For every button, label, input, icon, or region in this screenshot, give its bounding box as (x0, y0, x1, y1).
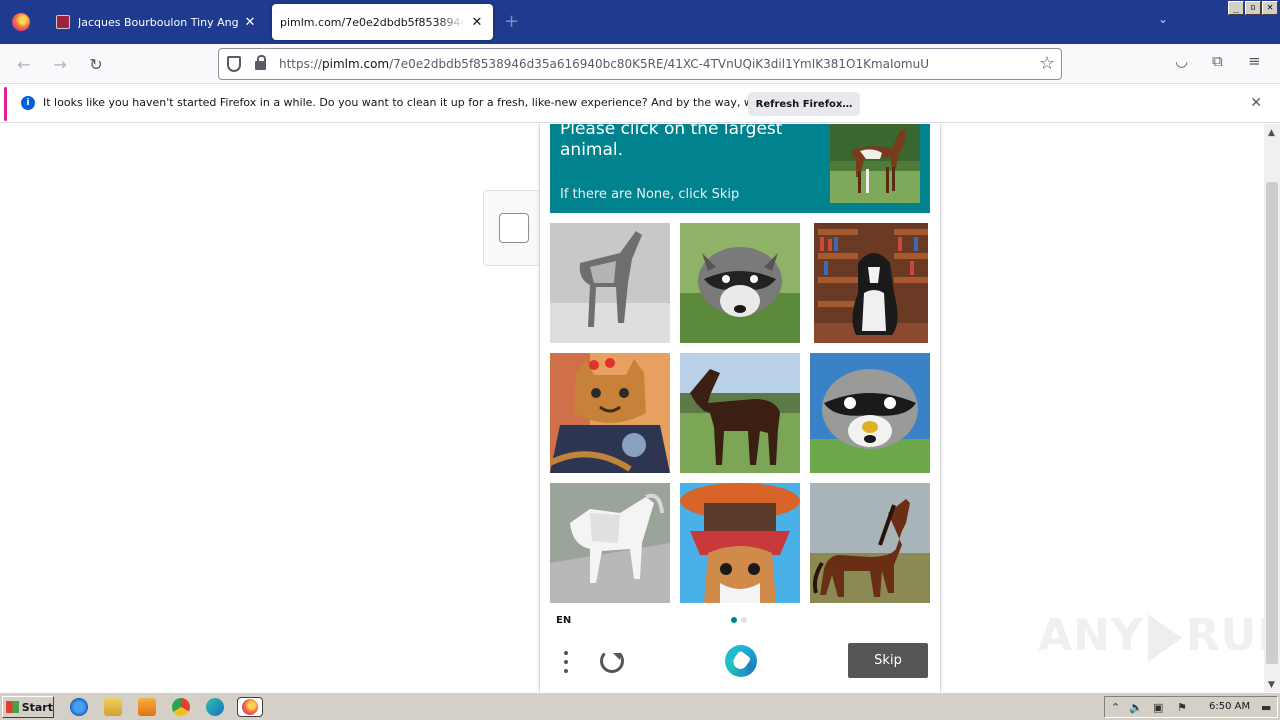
url-bar[interactable]: https://pimlm.com/7e0e2dbdb5f8538946d35a… (218, 48, 1062, 80)
tracking-protection-shield-icon[interactable] (227, 56, 241, 72)
hamburger-menu-icon[interactable]: ≡ (1248, 52, 1261, 70)
example-image-horse (830, 124, 920, 203)
info-icon: i (21, 96, 35, 110)
page-indicator (731, 617, 747, 623)
url-host: pimlm.com (322, 57, 390, 71)
url-text[interactable]: https://pimlm.com/7e0e2dbdb5f8538946d35a… (279, 57, 929, 71)
notification-message: It looks like you haven't started Firefo… (43, 96, 827, 109)
chrome-icon[interactable] (172, 698, 190, 716)
clock[interactable]: 6:50 AM (1209, 701, 1250, 712)
captcha-checkbox[interactable] (499, 213, 529, 243)
captcha-prompt-header: Please click on the largest animal. If t… (550, 124, 930, 213)
action-center-flag-icon[interactable]: ⚑ (1177, 701, 1187, 714)
tab-jacques[interactable]: Jacques Bourboulon Tiny Angels _ ✕ (48, 4, 266, 40)
close-tab-icon[interactable]: ✕ (242, 15, 258, 30)
file-explorer-icon[interactable] (104, 698, 122, 716)
url-path: /7e0e2dbdb5f8538946d35a616940bc80K5RE/41… (389, 57, 929, 71)
start-label: Start (21, 700, 53, 714)
scrollbar-thumb[interactable] (1266, 182, 1278, 664)
notification-accent (4, 87, 7, 121)
reload-icon[interactable]: ↻ (84, 52, 108, 76)
restore-icon[interactable]: ▫ (1245, 1, 1261, 15)
captcha-hint-text: If there are None, click Skip (560, 187, 740, 202)
windows-flag-icon (6, 701, 19, 713)
watermark-play-icon (1147, 614, 1182, 662)
tab-title: Jacques Bourboulon Tiny Angels _ (78, 15, 238, 29)
scroll-down-arrow-icon[interactable]: ▼ (1268, 680, 1275, 690)
anyrun-watermark: ANY RUN (1038, 610, 1264, 662)
tab-pimlm[interactable]: pimlm.com/7e0e2dbdb5f8538946d35a6 ✕ (272, 4, 493, 40)
start-button[interactable]: Start (2, 696, 54, 718)
firefox-logo-icon (12, 13, 30, 31)
firefox-menu-button[interactable] (0, 0, 42, 44)
watermark-left: ANY (1038, 610, 1144, 661)
tab-strip: Jacques Bourboulon Tiny Angels _ ✕ pimlm… (0, 0, 1280, 44)
new-tab-button[interactable]: + (504, 11, 519, 32)
page-dot-active (731, 617, 737, 623)
close-window-icon[interactable]: ✕ (1262, 1, 1278, 15)
show-desktop-icon[interactable]: ▬ (1261, 701, 1271, 714)
refresh-notification-bar: i It looks like you haven't started Fire… (0, 85, 1280, 123)
minimize-icon[interactable]: _ (1228, 1, 1244, 15)
refresh-challenge-icon[interactable] (600, 649, 624, 673)
refresh-firefox-button[interactable]: Refresh Firefox… (748, 92, 860, 116)
captcha-tile-9[interactable] (810, 483, 930, 603)
scroll-up-arrow-icon[interactable]: ▲ (1268, 128, 1275, 138)
page-content: Please click on the largest animal. If t… (0, 124, 1264, 692)
forward-arrow-icon[interactable]: → (48, 52, 72, 76)
list-all-tabs-chevron-icon[interactable]: ⌄ (1158, 12, 1168, 26)
firefox-taskbar-icon[interactable] (237, 697, 263, 717)
tray-expand-icon[interactable]: ⌃ (1111, 701, 1120, 714)
captcha-prompt-text: Please click on the largest animal. (560, 124, 783, 160)
window-controls: _ ▫ ✕ (1228, 1, 1278, 15)
captcha-tile-8[interactable] (680, 483, 800, 603)
lock-icon[interactable] (255, 55, 266, 70)
captcha-tile-3[interactable] (814, 223, 928, 343)
page-dot (741, 617, 747, 623)
captcha-tile-6[interactable] (810, 353, 930, 473)
volume-icon[interactable]: 🔈 (1129, 701, 1143, 714)
system-tray: ⌃ 🔈 ▣ ⚑ 6:50 AM ▬ (1104, 696, 1278, 718)
vertical-scrollbar[interactable]: ▲ ▼ (1264, 124, 1280, 692)
captcha-tile-7[interactable] (550, 483, 670, 603)
internet-explorer-icon[interactable] (70, 698, 88, 716)
network-icon[interactable]: ▣ (1153, 701, 1163, 714)
watermark-right: RUN (1185, 610, 1264, 661)
tab-title: pimlm.com/7e0e2dbdb5f8538946d35a6 (280, 15, 465, 29)
pocket-icon[interactable]: ◡ (1175, 52, 1188, 70)
captcha-tile-5[interactable] (680, 353, 800, 473)
language-selector[interactable]: EN (556, 615, 571, 626)
windows-taskbar: Start ⌃ 🔈 ▣ ⚑ 6:50 AM ▬ (0, 692, 1280, 720)
url-scheme: https:// (279, 57, 323, 71)
close-tab-icon[interactable]: ✕ (469, 15, 485, 30)
captcha-challenge-panel: Please click on the largest animal. If t… (539, 124, 941, 692)
captcha-tile-2[interactable] (680, 223, 800, 343)
skip-button[interactable]: Skip (848, 643, 928, 678)
back-arrow-icon[interactable]: ← (12, 52, 36, 76)
more-options-icon[interactable] (564, 651, 570, 678)
captcha-tile-4[interactable] (550, 353, 670, 473)
bookmark-star-icon[interactable]: ☆ (1039, 53, 1055, 74)
hcaptcha-logo-icon[interactable] (725, 645, 757, 677)
close-notification-icon[interactable]: ✕ (1250, 95, 1262, 111)
captcha-tile-1[interactable] (550, 223, 670, 343)
extensions-puzzle-icon[interactable]: ⧉ (1212, 52, 1223, 70)
navigation-toolbar: ← → ↻ https://pimlm.com/7e0e2dbdb5f85389… (0, 44, 1280, 84)
media-player-icon[interactable] (138, 698, 156, 716)
site-favicon-icon (56, 15, 70, 29)
edge-icon[interactable] (206, 698, 224, 716)
